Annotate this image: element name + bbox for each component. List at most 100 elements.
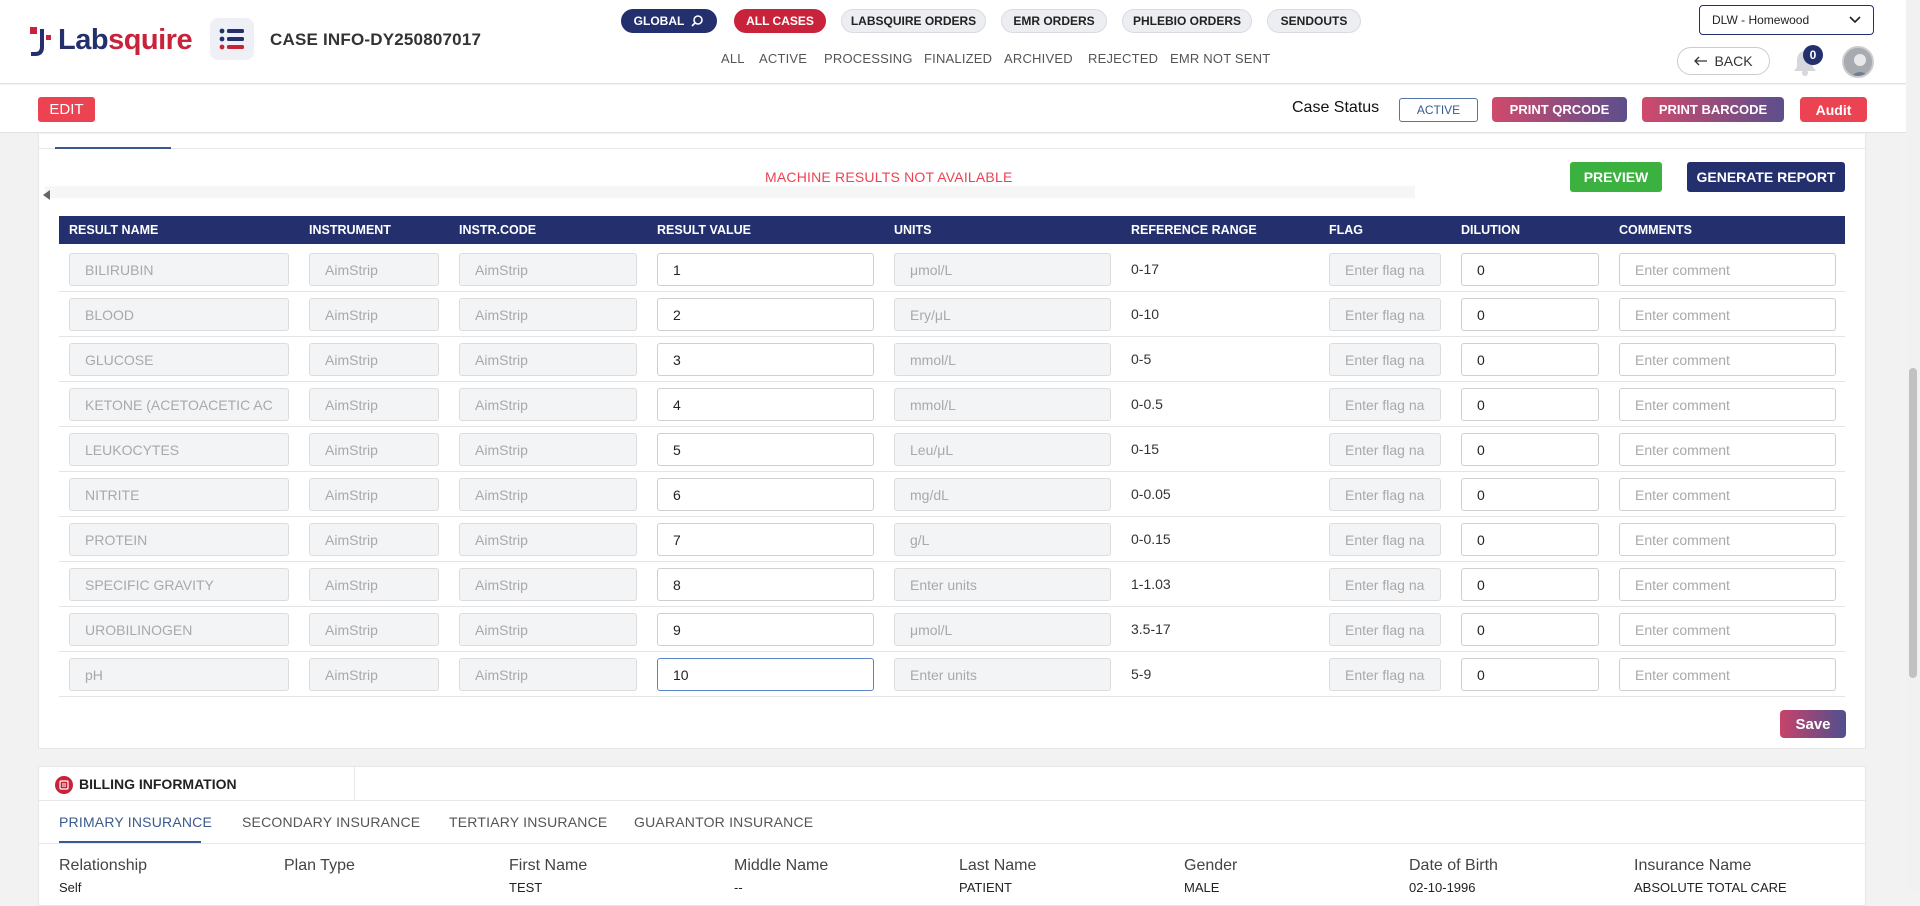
dilution-input[interactable]: 0 bbox=[1461, 433, 1599, 466]
comment-input[interactable]: Enter comment bbox=[1619, 343, 1836, 376]
save-button[interactable]: Save bbox=[1780, 710, 1846, 738]
tab-tertiary-insurance[interactable]: TERTIARY INSURANCE bbox=[449, 814, 607, 830]
flag-input[interactable]: Enter flag na bbox=[1329, 388, 1441, 421]
col-instrument: INSTRUMENT bbox=[309, 223, 391, 237]
result-value-input[interactable]: 1 bbox=[657, 253, 874, 286]
subnav-active[interactable]: ACTIVE bbox=[759, 51, 807, 66]
labsquire-orders-pill[interactable]: LABSQUIRE ORDERS bbox=[841, 9, 986, 33]
comment-input[interactable]: Enter comment bbox=[1619, 253, 1836, 286]
subnav-finalized[interactable]: FINALIZED bbox=[924, 51, 992, 66]
reference-range-value: 0-10 bbox=[1131, 306, 1160, 322]
dilution-input[interactable]: 0 bbox=[1461, 658, 1599, 691]
flag-input[interactable]: Enter flag na bbox=[1329, 613, 1441, 646]
dilution-input[interactable]: 0 bbox=[1461, 253, 1599, 286]
dilution-input[interactable]: 0 bbox=[1461, 613, 1599, 646]
print-qrcode-button[interactable]: PRINT QRCODE bbox=[1492, 97, 1627, 122]
tab-secondary-insurance[interactable]: SECONDARY INSURANCE bbox=[242, 814, 420, 830]
comment-input[interactable]: Enter comment bbox=[1619, 298, 1836, 331]
result-value-input[interactable]: 3 bbox=[657, 343, 874, 376]
labsquire-logo[interactable]: Labsquire bbox=[28, 20, 193, 60]
result-value-input[interactable]: 10 bbox=[657, 658, 874, 691]
units-field[interactable]: Ery/μL bbox=[894, 298, 1111, 331]
units-field[interactable]: g/L bbox=[894, 523, 1111, 556]
flag-input[interactable]: Enter flag na bbox=[1329, 298, 1441, 331]
comment-input[interactable]: Enter comment bbox=[1619, 658, 1836, 691]
location-value: DLW - Homewood bbox=[1712, 13, 1810, 27]
result-value-input[interactable]: 4 bbox=[657, 388, 874, 421]
comment-input[interactable]: Enter comment bbox=[1619, 478, 1836, 511]
location-select[interactable]: DLW - Homewood bbox=[1699, 5, 1874, 35]
units-field[interactable]: μmol/L bbox=[894, 253, 1111, 286]
tab-guarantor-insurance[interactable]: GUARANTOR INSURANCE bbox=[634, 814, 813, 830]
units-field[interactable]: mmol/L bbox=[894, 388, 1111, 421]
units-field[interactable]: mmol/L bbox=[894, 343, 1111, 376]
global-search-pill[interactable]: GLOBAL bbox=[621, 9, 717, 33]
preview-button[interactable]: PREVIEW bbox=[1570, 162, 1662, 192]
instrument-field: AimStrip bbox=[309, 433, 439, 466]
edit-button[interactable]: EDIT bbox=[38, 97, 95, 122]
flag-input[interactable]: Enter flag na bbox=[1329, 433, 1441, 466]
result-value-input[interactable]: 8 bbox=[657, 568, 874, 601]
result-value-input[interactable]: 2 bbox=[657, 298, 874, 331]
dilution-input[interactable]: 0 bbox=[1461, 388, 1599, 421]
dilution-input[interactable]: 0 bbox=[1461, 478, 1599, 511]
instr-code-field: AimStrip bbox=[459, 613, 637, 646]
instr-code-field: AimStrip bbox=[459, 478, 637, 511]
col-comments: COMMENTS bbox=[1619, 223, 1692, 237]
all-cases-pill[interactable]: ALL CASES bbox=[734, 9, 826, 33]
user-avatar[interactable] bbox=[1842, 46, 1874, 78]
flag-input[interactable]: Enter flag na bbox=[1329, 343, 1441, 376]
menu-toggle-button[interactable] bbox=[210, 18, 254, 60]
comment-input[interactable]: Enter comment bbox=[1619, 433, 1836, 466]
result-value-input[interactable]: 9 bbox=[657, 613, 874, 646]
subnav-archived[interactable]: ARCHIVED bbox=[1004, 51, 1073, 66]
result-value-input[interactable]: 5 bbox=[657, 433, 874, 466]
flag-input[interactable]: Enter flag na bbox=[1329, 478, 1441, 511]
col-units: UNITS bbox=[894, 223, 932, 237]
flag-input[interactable]: Enter flag na bbox=[1329, 658, 1441, 691]
dilution-input[interactable]: 0 bbox=[1461, 343, 1599, 376]
comment-input[interactable]: Enter comment bbox=[1619, 568, 1836, 601]
print-barcode-button[interactable]: PRINT BARCODE bbox=[1642, 97, 1784, 122]
subnav-all[interactable]: ALL bbox=[721, 51, 745, 66]
reference-range-value: 1-1.03 bbox=[1131, 576, 1171, 592]
billing-field-label: Date of Birth bbox=[1409, 857, 1498, 874]
subnav-emr-not-sent[interactable]: EMR NOT SENT bbox=[1170, 51, 1270, 66]
comment-input[interactable]: Enter comment bbox=[1619, 523, 1836, 556]
result-value-input[interactable]: 6 bbox=[657, 478, 874, 511]
sendouts-pill[interactable]: SENDOUTS bbox=[1267, 9, 1361, 33]
generate-report-button[interactable]: GENERATE REPORT bbox=[1687, 162, 1845, 192]
comment-input[interactable]: Enter comment bbox=[1619, 613, 1836, 646]
billing-field-label: Middle Name bbox=[734, 857, 829, 874]
notification-count-badge: 0 bbox=[1803, 45, 1823, 65]
page-scroll-thumb[interactable] bbox=[1909, 368, 1917, 678]
dilution-input[interactable]: 0 bbox=[1461, 568, 1599, 601]
subnav-processing[interactable]: PROCESSING bbox=[824, 51, 913, 66]
result-value-input[interactable]: 7 bbox=[657, 523, 874, 556]
units-field[interactable]: Leu/μL bbox=[894, 433, 1111, 466]
units-field[interactable]: μmol/L bbox=[894, 613, 1111, 646]
flag-input[interactable]: Enter flag na bbox=[1329, 253, 1441, 286]
phlebio-orders-pill[interactable]: PHLEBIO ORDERS bbox=[1122, 9, 1252, 33]
units-field[interactable]: Enter units bbox=[894, 568, 1111, 601]
flag-input[interactable]: Enter flag na bbox=[1329, 568, 1441, 601]
audit-button[interactable]: Audit bbox=[1800, 97, 1867, 122]
tab-primary-insurance[interactable]: PRIMARY INSURANCE bbox=[59, 814, 212, 830]
dilution-input[interactable]: 0 bbox=[1461, 523, 1599, 556]
comment-input[interactable]: Enter comment bbox=[1619, 388, 1836, 421]
back-button[interactable]: BACK bbox=[1677, 47, 1770, 75]
emr-orders-pill[interactable]: EMR ORDERS bbox=[1001, 9, 1107, 33]
horizontal-scrollbar[interactable] bbox=[45, 186, 1415, 198]
billing-field-label: Insurance Name bbox=[1634, 857, 1752, 874]
flag-input[interactable]: Enter flag na bbox=[1329, 523, 1441, 556]
units-field[interactable]: mg/dL bbox=[894, 478, 1111, 511]
col-result-name: RESULT NAME bbox=[69, 223, 159, 237]
units-field[interactable]: Enter units bbox=[894, 658, 1111, 691]
subnav-rejected[interactable]: REJECTED bbox=[1088, 51, 1158, 66]
scroll-left-arrow-icon[interactable] bbox=[43, 190, 50, 200]
instrument-field: AimStrip bbox=[309, 388, 439, 421]
result-name-field: PROTEIN bbox=[69, 523, 289, 556]
logo-text-suffix: squire bbox=[108, 23, 193, 56]
reference-range-value: 5-9 bbox=[1131, 666, 1152, 682]
dilution-input[interactable]: 0 bbox=[1461, 298, 1599, 331]
